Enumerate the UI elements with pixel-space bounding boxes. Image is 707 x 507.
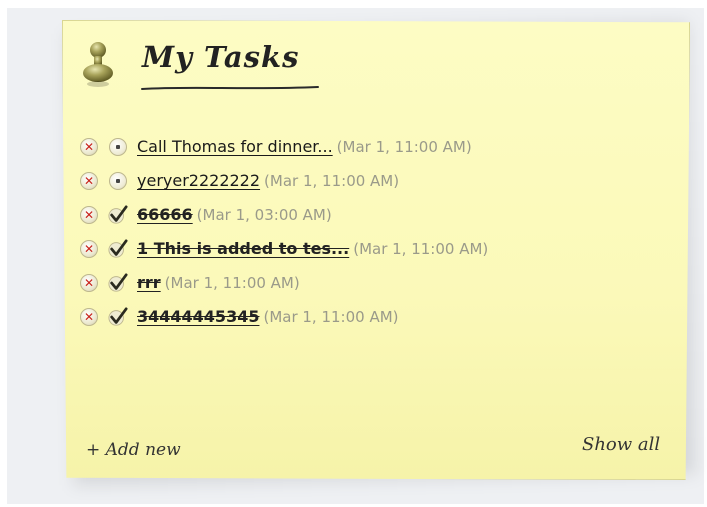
close-icon: ✕ — [83, 207, 95, 222]
task-title-link[interactable]: 1 This is added to tes... — [137, 239, 349, 258]
pushpin-icon — [83, 42, 113, 87]
delete-task-button[interactable]: ✕ — [80, 307, 98, 326]
delete-task-button[interactable]: ✕ — [80, 205, 98, 224]
task-title-link[interactable]: rrr — [137, 273, 161, 292]
close-icon: ✕ — [83, 139, 95, 154]
task-title-link[interactable]: Call Thomas for dinner... — [137, 137, 333, 156]
close-icon: ✕ — [83, 275, 95, 290]
task-due-time: (Mar 1, 11:00 AM) — [263, 307, 399, 326]
show-all-link[interactable]: Show all — [582, 434, 660, 455]
task-row: ✕ 34444445345 (Mar 1, 11:00 AM) — [80, 303, 488, 330]
delete-task-button[interactable]: ✕ — [80, 239, 98, 258]
task-row: ✕ Call Thomas for dinner... (Mar 1, 11:00 … — [80, 133, 488, 160]
radio-icon[interactable] — [108, 137, 128, 157]
task-row: ✕ yeryer2222222 (Mar 1, 11:00 AM) — [80, 167, 488, 194]
task-title-link[interactable]: 34444445345 — [137, 307, 259, 326]
delete-task-button[interactable]: ✕ — [80, 137, 98, 156]
checkmark-icon[interactable] — [108, 272, 128, 293]
checkmark-icon[interactable] — [108, 306, 128, 327]
task-title-link[interactable]: 66666 — [137, 205, 193, 224]
delete-task-button[interactable]: ✕ — [80, 273, 98, 292]
task-due-time: (Mar 1, 11:00 AM) — [353, 239, 489, 258]
task-due-time: (Mar 1, 11:00 AM) — [164, 273, 300, 292]
task-row: ✕ rrr (Mar 1, 11:00 AM) — [80, 269, 488, 296]
close-icon: ✕ — [83, 241, 95, 256]
radio-icon[interactable] — [108, 171, 128, 191]
task-row: ✕ 66666 (Mar 1, 03:00 AM) — [80, 201, 488, 228]
task-due-time: (Mar 1, 03:00 AM) — [196, 205, 332, 224]
task-due-time: (Mar 1, 11:00 AM) — [264, 171, 400, 190]
title-underline — [141, 86, 319, 90]
task-row: ✕ 1 This is added to tes... (Mar 1, 11:00 … — [80, 235, 488, 262]
delete-task-button[interactable]: ✕ — [80, 171, 98, 190]
task-due-time: (Mar 1, 11:00 AM) — [336, 137, 472, 156]
page-title: My Tasks — [142, 40, 300, 74]
task-title-link[interactable]: yeryer2222222 — [137, 171, 260, 190]
task-list: ✕ Call Thomas for dinner... (Mar 1, 11:00 … — [80, 133, 488, 337]
checkmark-icon[interactable] — [108, 204, 128, 225]
checkmark-icon[interactable] — [108, 238, 128, 259]
close-icon: ✕ — [83, 173, 95, 188]
add-new-link[interactable]: + Add new — [86, 440, 181, 460]
close-icon: ✕ — [83, 309, 95, 324]
